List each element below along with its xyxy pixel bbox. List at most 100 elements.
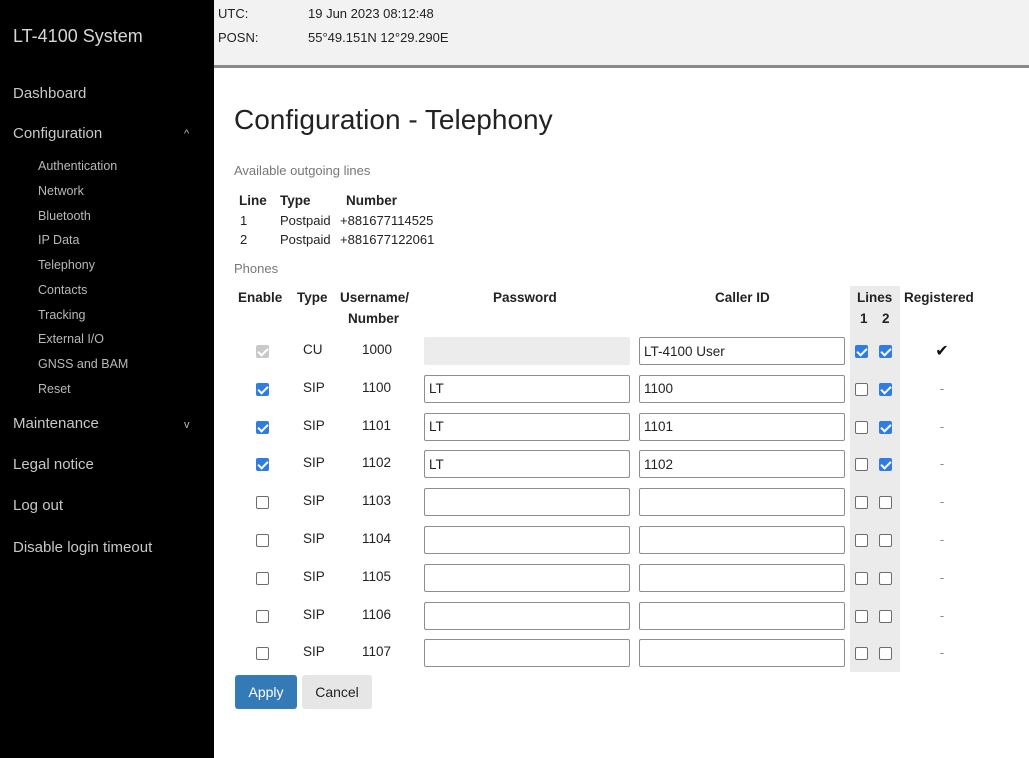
password-field[interactable]	[424, 601, 630, 630]
enable-checkbox	[256, 345, 269, 358]
phone-number: 1105	[362, 568, 392, 584]
line1-checkbox[interactable]	[855, 420, 868, 434]
registered-status: -	[939, 569, 945, 585]
registered-status: -	[939, 456, 945, 472]
phones-header-registered: Registered	[904, 290, 974, 305]
phone-number: 1102	[362, 455, 392, 471]
line2-checkbox[interactable]	[879, 345, 892, 358]
caller-id-field[interactable]	[639, 450, 845, 479]
nav-item-external-io[interactable]: External I/O	[38, 332, 104, 346]
phone-type: CU	[303, 342, 323, 357]
password-field[interactable]	[424, 488, 630, 517]
registered-status: -	[939, 607, 945, 623]
line1-checkbox[interactable]	[855, 609, 868, 623]
phone-number: 1103	[362, 493, 392, 509]
nav-disable-login-timeout[interactable]: Disable login timeout	[13, 539, 152, 556]
registered-status: -	[939, 494, 945, 510]
line1-checkbox[interactable]	[855, 458, 868, 472]
phone-type: SIP	[303, 417, 325, 433]
nav-item-bluetooth[interactable]: Bluetooth	[38, 209, 91, 223]
chevron-up-icon[interactable]: ^	[184, 128, 189, 140]
line2-checkbox[interactable]	[879, 382, 892, 396]
nav-item-gnss-bam[interactable]: GNSS and BAM	[38, 357, 128, 371]
outgoing-number: +881677122061	[340, 232, 435, 247]
password-field[interactable]	[424, 374, 630, 403]
phones-header-line1: 1	[860, 311, 868, 326]
outgoing-line: 2	[240, 232, 248, 247]
line1-checkbox[interactable]	[855, 647, 868, 661]
line2-checkbox[interactable]	[879, 534, 892, 547]
posn-label: POSN:	[218, 30, 259, 45]
status-bar: UTC: 19 Jun 2023 08:12:48 POSN: 55°49.15…	[214, 0, 1029, 68]
outgoing-header-line: Line	[239, 193, 267, 208]
enable-checkbox[interactable]	[256, 496, 269, 510]
phone-type: SIP	[303, 493, 325, 509]
cancel-button[interactable]: Cancel	[302, 675, 372, 709]
enable-checkbox[interactable]	[256, 458, 269, 472]
line1-checkbox[interactable]	[855, 534, 868, 547]
registered-status: -	[939, 418, 945, 434]
enable-checkbox[interactable]	[256, 534, 269, 547]
line2-checkbox[interactable]	[879, 458, 892, 472]
utc-label: UTC:	[218, 6, 249, 21]
nav-item-reset[interactable]: Reset	[38, 382, 71, 396]
caller-id-field[interactable]	[639, 639, 845, 668]
phone-type: SIP	[303, 379, 325, 395]
enable-checkbox[interactable]	[256, 647, 269, 661]
phones-label: Phones	[234, 261, 279, 276]
outgoing-line: 1	[240, 213, 248, 228]
enable-checkbox[interactable]	[256, 382, 269, 396]
chevron-down-icon[interactable]: v	[184, 419, 190, 431]
enable-checkbox[interactable]	[256, 420, 269, 434]
password-field[interactable]	[424, 412, 630, 441]
password-field[interactable]	[424, 639, 630, 668]
enable-checkbox[interactable]	[256, 571, 269, 585]
nav-log-out[interactable]: Log out	[13, 497, 63, 514]
caller-id-field[interactable]	[639, 374, 845, 403]
password-field[interactable]	[424, 450, 630, 479]
caller-id-field[interactable]	[639, 337, 845, 365]
phone-type: SIP	[303, 568, 325, 584]
nav-configuration[interactable]: Configuration	[13, 125, 102, 142]
phone-number: 1100	[362, 379, 392, 395]
nav-maintenance[interactable]: Maintenance	[13, 415, 99, 432]
line2-checkbox[interactable]	[879, 420, 892, 434]
phone-type: SIP	[303, 606, 325, 622]
apply-button[interactable]: Apply	[235, 675, 297, 709]
sidebar: LT-4100 System Dashboard Configuration ^…	[0, 0, 214, 758]
phones-header-password: Password	[493, 290, 557, 305]
caller-id-field[interactable]	[639, 488, 845, 517]
phones-header-enable: Enable	[238, 290, 283, 305]
caller-id-field[interactable]	[639, 412, 845, 441]
line2-checkbox[interactable]	[879, 647, 892, 661]
password-field[interactable]	[424, 526, 630, 554]
caller-id-field[interactable]	[639, 563, 845, 592]
phones-header-caller-id: Caller ID	[715, 290, 770, 305]
caller-id-field[interactable]	[639, 526, 845, 554]
outgoing-header-type: Type	[280, 193, 311, 208]
phone-number: 1104	[362, 531, 392, 546]
nav-item-network[interactable]: Network	[38, 184, 84, 198]
caller-id-field[interactable]	[639, 601, 845, 630]
phone-number: 1106	[362, 606, 392, 622]
nav-item-contacts[interactable]: Contacts	[38, 283, 87, 297]
nav-item-authentication[interactable]: Authentication	[38, 159, 117, 173]
line2-checkbox[interactable]	[879, 609, 892, 623]
nav-dashboard[interactable]: Dashboard	[13, 85, 86, 102]
password-field[interactable]	[424, 563, 630, 592]
nav-legal-notice[interactable]: Legal notice	[13, 456, 94, 473]
phones-header-username: Username/	[340, 290, 410, 305]
line1-checkbox[interactable]	[855, 496, 868, 510]
line2-checkbox[interactable]	[879, 571, 892, 585]
nav-item-tracking[interactable]: Tracking	[38, 308, 85, 322]
nav-item-telephony[interactable]: Telephony	[38, 258, 95, 272]
nav-item-ip-data[interactable]: IP Data	[38, 233, 79, 247]
password-field	[424, 337, 630, 365]
line1-checkbox[interactable]	[855, 345, 868, 358]
line1-checkbox[interactable]	[855, 382, 868, 396]
line1-checkbox[interactable]	[855, 571, 868, 585]
registered-status: -	[939, 645, 945, 661]
enable-checkbox[interactable]	[256, 609, 269, 623]
registered-status: -	[939, 380, 945, 396]
line2-checkbox[interactable]	[879, 496, 892, 510]
